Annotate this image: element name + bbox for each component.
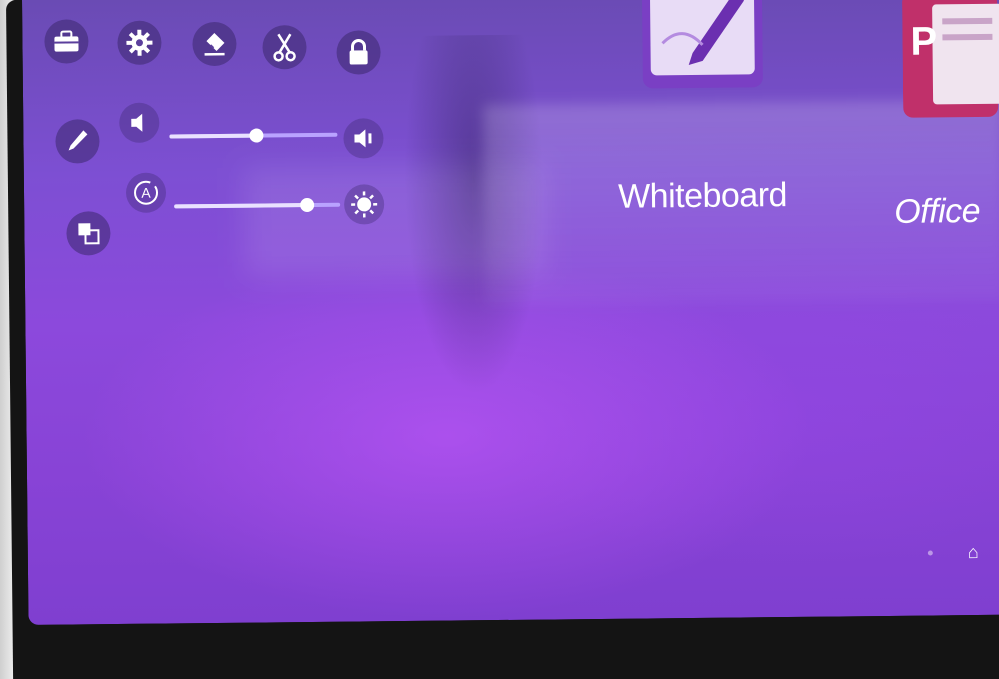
volume-slider[interactable] [169, 128, 338, 143]
eraser-icon[interactable] [192, 21, 237, 67]
brightness-slider-knob[interactable] [299, 197, 315, 213]
home-icon[interactable]: ⌂ [968, 542, 979, 563]
brightness-slider-fill [174, 203, 307, 209]
svg-text:P: P [910, 19, 937, 63]
lock-icon[interactable] [336, 30, 381, 75]
whiteboard-app-icon[interactable] [622, 0, 773, 99]
volume-slider-fill [169, 133, 257, 139]
brightness-slider[interactable] [174, 197, 341, 213]
toolbox-icon[interactable] [44, 19, 89, 64]
office-app-label[interactable]: Office [894, 192, 980, 232]
reflection-glare [402, 34, 547, 396]
page-indicator-dot [927, 550, 933, 556]
photo-scene: A Whiteboard P Office ⌂ [0, 0, 999, 679]
speaker-high-icon[interactable] [343, 118, 384, 159]
office-app-icon[interactable]: P [902, 0, 999, 130]
display-screen: A Whiteboard P Office ⌂ [22, 0, 999, 625]
settings-gear-icon[interactable] [117, 20, 162, 66]
scissors-icon[interactable] [262, 25, 307, 70]
sun-icon[interactable] [343, 184, 385, 225]
pen-icon[interactable] [55, 119, 100, 164]
window-switch-icon[interactable] [66, 211, 111, 256]
whiteboard-app-label[interactable]: Whiteboard [618, 176, 787, 217]
speaker-low-icon[interactable] [119, 102, 160, 143]
auto-brightness-icon[interactable]: A [125, 172, 167, 213]
svg-text:A: A [141, 185, 151, 201]
reflection-glare [243, 164, 545, 278]
volume-slider-knob[interactable] [249, 128, 264, 143]
